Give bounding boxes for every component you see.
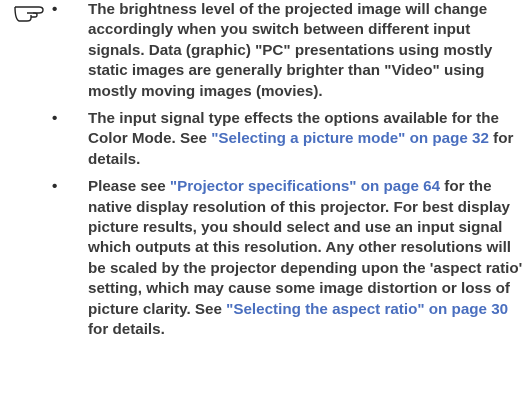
cross-reference-link[interactable]: "Selecting the aspect ratio" on page 30	[226, 301, 508, 318]
note-item: Please see "Projector specifications" on…	[48, 177, 526, 340]
cross-reference-link[interactable]: "Selecting a picture mode" on page 32	[211, 130, 489, 147]
cross-reference-link[interactable]: "Projector specifications" on page 64	[170, 178, 440, 195]
note-item: The input signal type effects the option…	[48, 109, 526, 170]
note-item: The brightness level of the projected im…	[48, 0, 526, 102]
note-text: Please see	[88, 178, 170, 196]
note-block: The brightness level of the projected im…	[0, 0, 530, 404]
note-text: for the native display resolution of thi…	[88, 178, 523, 318]
pointing-hand-icon	[14, 6, 44, 22]
note-text: for details.	[88, 321, 165, 339]
note-text: The brightness level of the projected im…	[88, 1, 493, 100]
note-list: The brightness level of the projected im…	[48, 0, 526, 348]
